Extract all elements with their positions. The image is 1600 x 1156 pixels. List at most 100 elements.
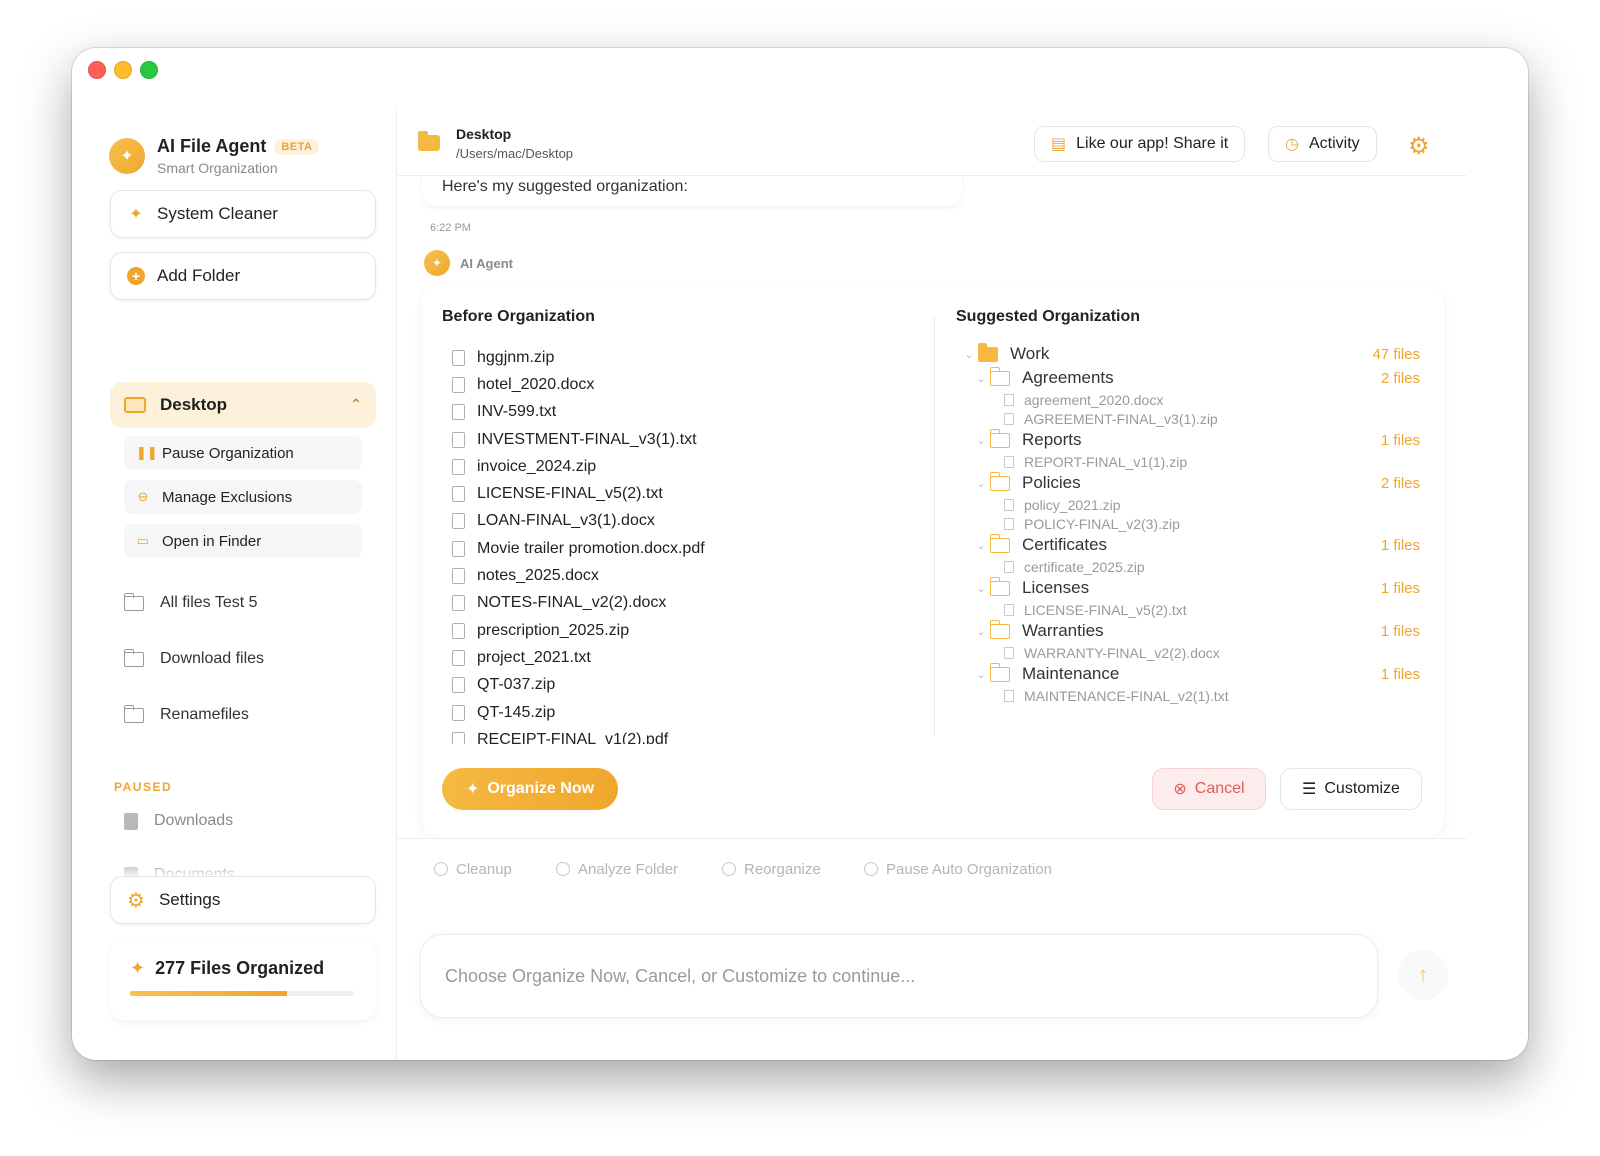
x-circle-icon: ⊗ [1173, 781, 1187, 798]
beta-badge: BETA [274, 138, 320, 155]
zoom-window-button[interactable] [140, 61, 158, 79]
file-icon [452, 731, 465, 744]
tree-file-item: certificate_2025.zip [960, 557, 1424, 576]
send-button[interactable]: ↑ [1398, 950, 1448, 1000]
before-file-item: QT-145.zip [452, 699, 912, 726]
file-icon [452, 677, 465, 694]
minimize-window-button[interactable] [114, 61, 132, 79]
current-folder-path: /Users/mac/Desktop [456, 146, 574, 161]
close-window-button[interactable] [88, 61, 106, 79]
tree-category-folder[interactable]: ⌄ Certificates 1 files [960, 533, 1424, 557]
folder-icon: ▭ [136, 533, 150, 548]
window-controls [88, 61, 158, 79]
before-organization-title: Before Organization [442, 308, 595, 325]
customize-button[interactable]: ☰ Customize [1280, 768, 1422, 810]
file-icon [452, 458, 465, 475]
sidebar: ✦ AI File Agent BETA Smart Organization … [72, 110, 397, 1060]
before-file-item: NOTES-FINAL_v2(2).docx [452, 590, 912, 617]
file-icon [1004, 498, 1014, 511]
files-organized-card: ✦ 277 Files Organized [110, 940, 376, 1020]
refresh-icon [722, 862, 736, 876]
tree-file-item: AGREEMENT-FINAL_v3(1).zip [960, 409, 1424, 428]
pause-auto-organization-chip[interactable]: Pause Auto Organization [852, 853, 1064, 885]
before-file-item: RECEIPT-FINAL_v1(2).pdf [452, 726, 912, 744]
arrow-up-icon: ↑ [1417, 962, 1429, 987]
manage-exclusions-button[interactable]: ⊖ Manage Exclusions [124, 480, 362, 514]
before-file-item: hotel_2020.docx [452, 371, 912, 398]
chevron-down-icon[interactable]: ⌄ [972, 434, 990, 447]
reorganize-chip[interactable]: Reorganize [710, 853, 833, 885]
chat-area: Here's my suggested organization: 6:22 P… [398, 176, 1466, 836]
chevron-down-icon[interactable]: ⌄ [972, 372, 990, 385]
gear-icon[interactable]: ⚙ [1408, 132, 1430, 161]
paused-section-label: PAUSED [114, 780, 173, 794]
column-divider [934, 316, 935, 736]
tree-category-folder[interactable]: ⌄ Policies 2 files [960, 471, 1424, 495]
chevron-down-icon[interactable]: ⌄ [972, 625, 990, 638]
tree-category-folder[interactable]: ⌄ Warranties 1 files [960, 619, 1424, 643]
search-icon [556, 862, 570, 876]
tree-file-item: REPORT-FINAL_v1(1).zip [960, 452, 1424, 471]
chevron-down-icon[interactable]: ⌄ [972, 477, 990, 490]
analyze-folder-chip[interactable]: Analyze Folder [544, 853, 690, 885]
before-file-item: invoice_2024.zip [452, 453, 912, 480]
before-file-item: Movie trailer promotion.docx.pdf [452, 535, 912, 562]
file-icon [452, 431, 465, 448]
folder-icon [123, 648, 144, 667]
chevron-down-icon[interactable]: ⌄ [960, 348, 978, 361]
share-button[interactable]: ▤ Like our app! Share it [1034, 126, 1246, 162]
organize-now-button[interactable]: ✦ Organize Now [442, 768, 618, 810]
tree-category-folder[interactable]: ⌄ Licenses 1 files [960, 576, 1424, 600]
add-folder-button[interactable]: + Add Folder [110, 252, 376, 300]
before-file-list[interactable]: hggjnm.zip hotel_2020.docx INV-599.txt INVE… [452, 344, 912, 744]
sidebar-folder-item[interactable]: Renamefiles [123, 704, 249, 724]
system-cleaner-button[interactable]: ✦ System Cleaner [110, 190, 376, 238]
pause-organization-button[interactable]: ❚❚ Pause Organization [124, 436, 362, 470]
chevron-down-icon[interactable]: ⌄ [972, 539, 990, 552]
message-input[interactable] [445, 965, 1345, 987]
chevron-up-icon[interactable]: ⌃ [350, 396, 362, 413]
sidebar-item-desktop[interactable]: Desktop ⌃ [110, 382, 376, 428]
cleanup-chip[interactable]: Cleanup [422, 853, 524, 885]
clock-icon: ◷ [1285, 136, 1299, 153]
open-in-finder-button[interactable]: ▭ Open in Finder [124, 524, 362, 558]
files-organized-progress [130, 991, 354, 996]
sidebar-folder-item[interactable]: All files Test 5 [123, 592, 258, 612]
file-icon [452, 649, 465, 666]
tree-category-folder[interactable]: ⌄ Reports 1 files [960, 428, 1424, 452]
tree-category-folder[interactable]: ⌄ Agreements 2 files [960, 366, 1424, 390]
message-composer[interactable] [420, 934, 1378, 1018]
before-file-item: notes_2025.docx [452, 562, 912, 589]
cancel-button[interactable]: ⊗ Cancel [1152, 768, 1266, 810]
folder-icon [989, 619, 1010, 639]
folder-icon [123, 592, 144, 611]
monitor-icon [124, 397, 146, 413]
tree-file-item: LICENSE-FINAL_v5(2).txt [960, 600, 1424, 619]
tree-file-item: POLICY-FINAL_v2(3).zip [960, 514, 1424, 533]
document-icon [124, 812, 138, 830]
file-icon [452, 568, 465, 585]
file-icon [452, 622, 465, 639]
before-file-item: QT-037.zip [452, 672, 912, 699]
tree-category-folder[interactable]: ⌄ Maintenance 1 files [960, 662, 1424, 686]
paused-folder-item[interactable]: Downloads [124, 812, 233, 830]
main-panel: Desktop /Users/mac/Desktop ▤ Like our ap… [398, 110, 1466, 1060]
chevron-down-icon[interactable]: ⌄ [972, 668, 990, 681]
settings-button[interactable]: ⚙ Settings [110, 876, 376, 924]
pause-icon: ❚❚ [136, 445, 158, 460]
chevron-down-icon[interactable]: ⌄ [972, 582, 990, 595]
tree-root-folder[interactable]: ⌄ Work 47 files [960, 342, 1424, 366]
activity-button[interactable]: ◷ Activity [1268, 126, 1377, 162]
before-file-item: project_2021.txt [452, 644, 912, 671]
sidebar-folder-item[interactable]: Download files [123, 648, 264, 668]
folder-icon [989, 428, 1010, 448]
before-file-item: LOAN-FINAL_v3(1).docx [452, 508, 912, 535]
app-subtitle: Smart Organization [157, 160, 278, 176]
tree-file-item: policy_2021.zip [960, 495, 1424, 514]
file-icon [1004, 646, 1014, 659]
file-icon [1004, 689, 1014, 702]
sparkle-icon: ✦ [465, 781, 480, 798]
file-icon [1004, 393, 1014, 406]
before-file-item: INVESTMENT-FINAL_v3(1).txt [452, 426, 912, 453]
suggested-tree[interactable]: ⌄ Work 47 files ⌄ Agreements 2 files agreem… [960, 342, 1424, 742]
